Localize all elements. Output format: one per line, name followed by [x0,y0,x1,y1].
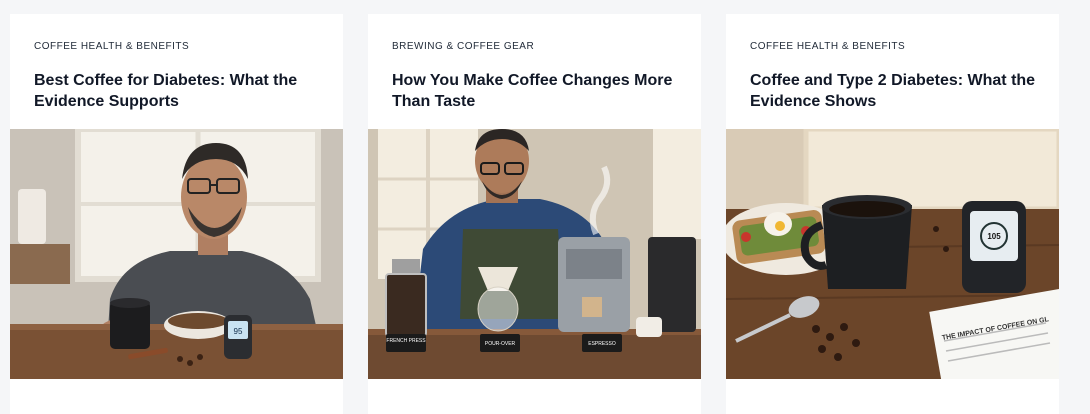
article-title[interactable]: Coffee and Type 2 Diabetes: What the Evi… [750,70,1040,112]
article-title[interactable]: Best Coffee for Diabetes: What the Evide… [34,70,324,112]
article-card-1[interactable]: COFFEE HEALTH & BENEFITS Best Coffee for… [10,14,343,414]
article-category[interactable]: BREWING & COFFEE GEAR [392,41,534,52]
article-category[interactable]: COFFEE HEALTH & BENEFITS [34,41,189,52]
label-pour-over: POUR-OVER [485,341,516,347]
article-image[interactable]: FRENCH PRESS POUR-OVER ESPRESSO [368,129,701,379]
article-image[interactable]: 105 THE IMPACT OF COFFEE ON GL [726,129,1059,379]
article-card-3[interactable]: COFFEE HEALTH & BENEFITS Coffee and Type… [726,14,1059,414]
meter-reading: 95 [234,327,243,336]
meter-reading: 105 [987,232,1001,241]
article-title[interactable]: How You Make Coffee Changes More Than Ta… [392,70,682,112]
label-french-press: FRENCH PRESS [386,338,426,344]
article-card-2[interactable]: BREWING & COFFEE GEAR How You Make Coffe… [368,14,701,414]
article-category[interactable]: COFFEE HEALTH & BENEFITS [750,41,905,52]
article-image[interactable]: 95 [10,129,343,379]
label-espresso: ESPRESSO [588,341,616,347]
